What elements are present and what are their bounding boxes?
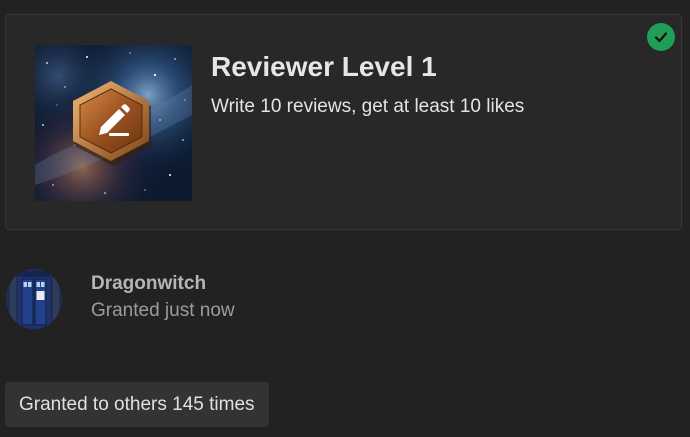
tardis-avatar-image: [6, 269, 62, 329]
badge-description: Write 10 reviews, get at least 10 likes: [211, 96, 525, 117]
galaxy-background: [35, 45, 192, 201]
username-link[interactable]: Dragonwitch: [91, 272, 206, 296]
badge-card: Reviewer Level 1 Write 10 reviews, get a…: [5, 14, 682, 230]
check-icon: [654, 32, 668, 43]
granted-timestamp: Granted just now: [91, 300, 235, 321]
granted-count-button[interactable]: Granted to others 145 times: [5, 382, 269, 427]
granted-user-row: Dragonwitch Granted just now: [6, 269, 406, 331]
badge-page: Reviewer Level 1 Write 10 reviews, get a…: [0, 0, 690, 437]
badge-image: [35, 45, 192, 201]
granted-status-badge: [647, 23, 675, 51]
badge-title: Reviewer Level 1: [211, 51, 437, 82]
avatar[interactable]: [6, 269, 62, 329]
